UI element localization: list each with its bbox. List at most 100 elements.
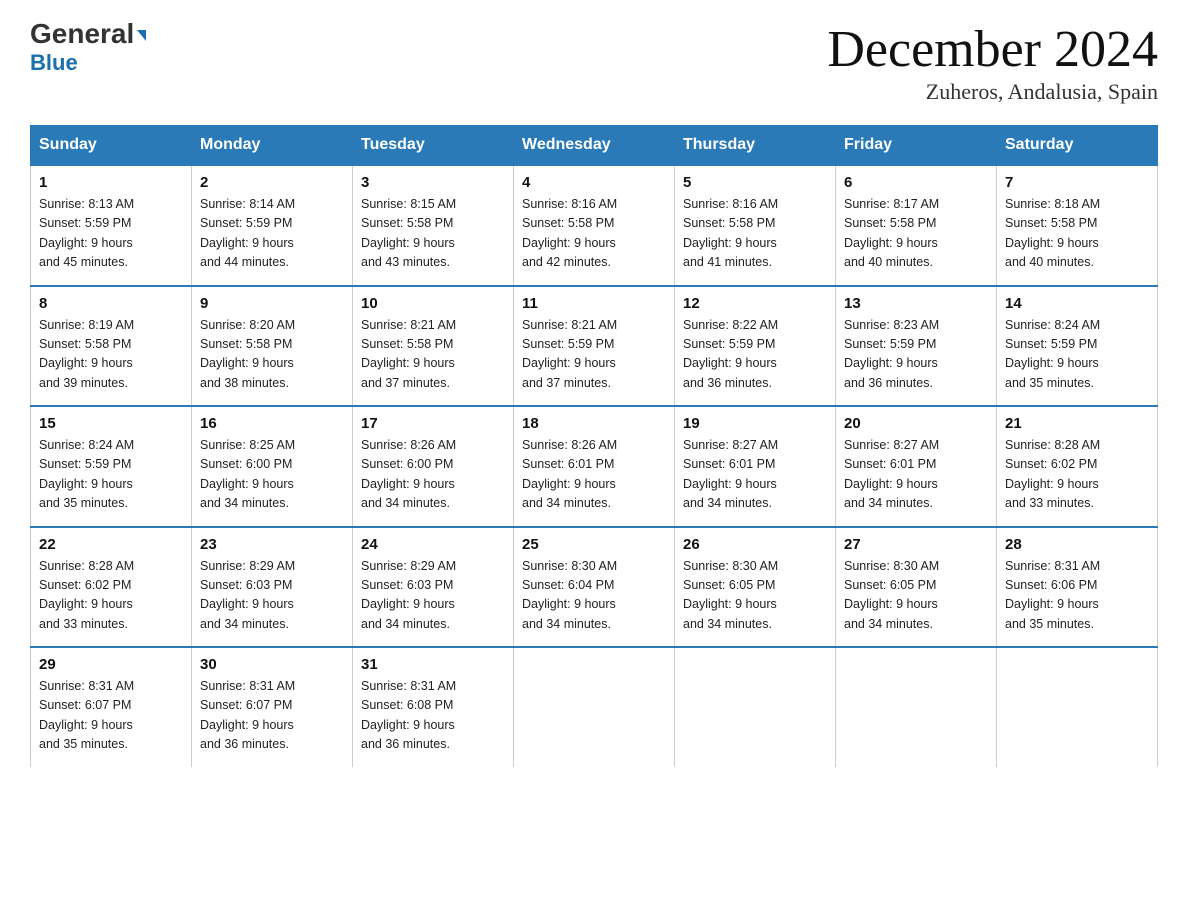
calendar-cell: 29 Sunrise: 8:31 AMSunset: 6:07 PMDaylig… xyxy=(31,647,192,767)
calendar-cell: 20 Sunrise: 8:27 AMSunset: 6:01 PMDaylig… xyxy=(836,406,997,527)
calendar-cell: 19 Sunrise: 8:27 AMSunset: 6:01 PMDaylig… xyxy=(675,406,836,527)
day-number: 2 xyxy=(200,174,344,191)
day-number: 11 xyxy=(522,295,666,312)
day-number: 15 xyxy=(39,415,183,432)
calendar-cell: 10 Sunrise: 8:21 AMSunset: 5:58 PMDaylig… xyxy=(353,286,514,407)
day-info: Sunrise: 8:27 AMSunset: 6:01 PMDaylight:… xyxy=(683,436,827,514)
day-info: Sunrise: 8:25 AMSunset: 6:00 PMDaylight:… xyxy=(200,436,344,514)
calendar-cell: 21 Sunrise: 8:28 AMSunset: 6:02 PMDaylig… xyxy=(997,406,1158,527)
header-tuesday: Tuesday xyxy=(353,126,514,166)
calendar-header-row: SundayMondayTuesdayWednesdayThursdayFrid… xyxy=(31,126,1158,166)
calendar-cell: 23 Sunrise: 8:29 AMSunset: 6:03 PMDaylig… xyxy=(192,527,353,648)
day-number: 21 xyxy=(1005,415,1149,432)
day-info: Sunrise: 8:13 AMSunset: 5:59 PMDaylight:… xyxy=(39,195,183,273)
logo-arrow-icon xyxy=(137,30,146,41)
day-info: Sunrise: 8:28 AMSunset: 6:02 PMDaylight:… xyxy=(39,557,183,635)
calendar-week-row: 15 Sunrise: 8:24 AMSunset: 5:59 PMDaylig… xyxy=(31,406,1158,527)
day-number: 28 xyxy=(1005,536,1149,553)
calendar-week-row: 1 Sunrise: 8:13 AMSunset: 5:59 PMDayligh… xyxy=(31,165,1158,286)
day-info: Sunrise: 8:23 AMSunset: 5:59 PMDaylight:… xyxy=(844,316,988,394)
day-info: Sunrise: 8:30 AMSunset: 6:05 PMDaylight:… xyxy=(683,557,827,635)
calendar-cell: 22 Sunrise: 8:28 AMSunset: 6:02 PMDaylig… xyxy=(31,527,192,648)
location: Zuheros, Andalusia, Spain xyxy=(827,79,1158,105)
header-saturday: Saturday xyxy=(997,126,1158,166)
day-number: 26 xyxy=(683,536,827,553)
page-header: General Blue December 2024 Zuheros, Anda… xyxy=(30,20,1158,105)
calendar-week-row: 8 Sunrise: 8:19 AMSunset: 5:58 PMDayligh… xyxy=(31,286,1158,407)
day-info: Sunrise: 8:31 AMSunset: 6:06 PMDaylight:… xyxy=(1005,557,1149,635)
calendar-cell: 27 Sunrise: 8:30 AMSunset: 6:05 PMDaylig… xyxy=(836,527,997,648)
day-info: Sunrise: 8:30 AMSunset: 6:05 PMDaylight:… xyxy=(844,557,988,635)
day-info: Sunrise: 8:17 AMSunset: 5:58 PMDaylight:… xyxy=(844,195,988,273)
month-title: December 2024 xyxy=(827,20,1158,79)
header-wednesday: Wednesday xyxy=(514,126,675,166)
day-info: Sunrise: 8:24 AMSunset: 5:59 PMDaylight:… xyxy=(1005,316,1149,394)
calendar-cell: 7 Sunrise: 8:18 AMSunset: 5:58 PMDayligh… xyxy=(997,165,1158,286)
day-number: 12 xyxy=(683,295,827,312)
header-monday: Monday xyxy=(192,126,353,166)
calendar-cell: 30 Sunrise: 8:31 AMSunset: 6:07 PMDaylig… xyxy=(192,647,353,767)
day-number: 29 xyxy=(39,656,183,673)
logo-general: General xyxy=(30,20,134,48)
calendar-cell: 6 Sunrise: 8:17 AMSunset: 5:58 PMDayligh… xyxy=(836,165,997,286)
day-number: 27 xyxy=(844,536,988,553)
day-info: Sunrise: 8:19 AMSunset: 5:58 PMDaylight:… xyxy=(39,316,183,394)
day-info: Sunrise: 8:29 AMSunset: 6:03 PMDaylight:… xyxy=(361,557,505,635)
calendar-cell: 14 Sunrise: 8:24 AMSunset: 5:59 PMDaylig… xyxy=(997,286,1158,407)
calendar-cell: 15 Sunrise: 8:24 AMSunset: 5:59 PMDaylig… xyxy=(31,406,192,527)
calendar-cell: 24 Sunrise: 8:29 AMSunset: 6:03 PMDaylig… xyxy=(353,527,514,648)
calendar-cell: 13 Sunrise: 8:23 AMSunset: 5:59 PMDaylig… xyxy=(836,286,997,407)
day-info: Sunrise: 8:30 AMSunset: 6:04 PMDaylight:… xyxy=(522,557,666,635)
day-info: Sunrise: 8:28 AMSunset: 6:02 PMDaylight:… xyxy=(1005,436,1149,514)
day-info: Sunrise: 8:14 AMSunset: 5:59 PMDaylight:… xyxy=(200,195,344,273)
day-info: Sunrise: 8:27 AMSunset: 6:01 PMDaylight:… xyxy=(844,436,988,514)
day-number: 3 xyxy=(361,174,505,191)
day-info: Sunrise: 8:29 AMSunset: 6:03 PMDaylight:… xyxy=(200,557,344,635)
day-number: 20 xyxy=(844,415,988,432)
day-number: 18 xyxy=(522,415,666,432)
day-number: 7 xyxy=(1005,174,1149,191)
day-info: Sunrise: 8:15 AMSunset: 5:58 PMDaylight:… xyxy=(361,195,505,273)
calendar-cell: 31 Sunrise: 8:31 AMSunset: 6:08 PMDaylig… xyxy=(353,647,514,767)
day-info: Sunrise: 8:31 AMSunset: 6:07 PMDaylight:… xyxy=(39,677,183,755)
logo: General Blue xyxy=(30,20,146,76)
day-number: 1 xyxy=(39,174,183,191)
calendar-cell: 28 Sunrise: 8:31 AMSunset: 6:06 PMDaylig… xyxy=(997,527,1158,648)
calendar-cell xyxy=(514,647,675,767)
day-number: 10 xyxy=(361,295,505,312)
day-number: 16 xyxy=(200,415,344,432)
day-number: 31 xyxy=(361,656,505,673)
day-info: Sunrise: 8:20 AMSunset: 5:58 PMDaylight:… xyxy=(200,316,344,394)
day-number: 23 xyxy=(200,536,344,553)
day-info: Sunrise: 8:18 AMSunset: 5:58 PMDaylight:… xyxy=(1005,195,1149,273)
day-number: 14 xyxy=(1005,295,1149,312)
calendar-week-row: 22 Sunrise: 8:28 AMSunset: 6:02 PMDaylig… xyxy=(31,527,1158,648)
calendar-table: SundayMondayTuesdayWednesdayThursdayFrid… xyxy=(30,125,1158,767)
calendar-cell: 2 Sunrise: 8:14 AMSunset: 5:59 PMDayligh… xyxy=(192,165,353,286)
calendar-cell: 11 Sunrise: 8:21 AMSunset: 5:59 PMDaylig… xyxy=(514,286,675,407)
calendar-cell: 25 Sunrise: 8:30 AMSunset: 6:04 PMDaylig… xyxy=(514,527,675,648)
calendar-cell: 8 Sunrise: 8:19 AMSunset: 5:58 PMDayligh… xyxy=(31,286,192,407)
calendar-cell: 9 Sunrise: 8:20 AMSunset: 5:58 PMDayligh… xyxy=(192,286,353,407)
calendar-cell xyxy=(997,647,1158,767)
day-number: 17 xyxy=(361,415,505,432)
day-number: 5 xyxy=(683,174,827,191)
day-info: Sunrise: 8:26 AMSunset: 6:00 PMDaylight:… xyxy=(361,436,505,514)
calendar-cell: 18 Sunrise: 8:26 AMSunset: 6:01 PMDaylig… xyxy=(514,406,675,527)
day-number: 19 xyxy=(683,415,827,432)
day-number: 22 xyxy=(39,536,183,553)
calendar-cell: 1 Sunrise: 8:13 AMSunset: 5:59 PMDayligh… xyxy=(31,165,192,286)
day-number: 30 xyxy=(200,656,344,673)
day-info: Sunrise: 8:16 AMSunset: 5:58 PMDaylight:… xyxy=(522,195,666,273)
calendar-cell xyxy=(675,647,836,767)
day-number: 25 xyxy=(522,536,666,553)
day-info: Sunrise: 8:31 AMSunset: 6:07 PMDaylight:… xyxy=(200,677,344,755)
calendar-cell: 4 Sunrise: 8:16 AMSunset: 5:58 PMDayligh… xyxy=(514,165,675,286)
day-info: Sunrise: 8:26 AMSunset: 6:01 PMDaylight:… xyxy=(522,436,666,514)
day-info: Sunrise: 8:21 AMSunset: 5:59 PMDaylight:… xyxy=(522,316,666,394)
calendar-cell: 3 Sunrise: 8:15 AMSunset: 5:58 PMDayligh… xyxy=(353,165,514,286)
calendar-cell: 26 Sunrise: 8:30 AMSunset: 6:05 PMDaylig… xyxy=(675,527,836,648)
day-info: Sunrise: 8:31 AMSunset: 6:08 PMDaylight:… xyxy=(361,677,505,755)
calendar-cell: 17 Sunrise: 8:26 AMSunset: 6:00 PMDaylig… xyxy=(353,406,514,527)
day-number: 6 xyxy=(844,174,988,191)
